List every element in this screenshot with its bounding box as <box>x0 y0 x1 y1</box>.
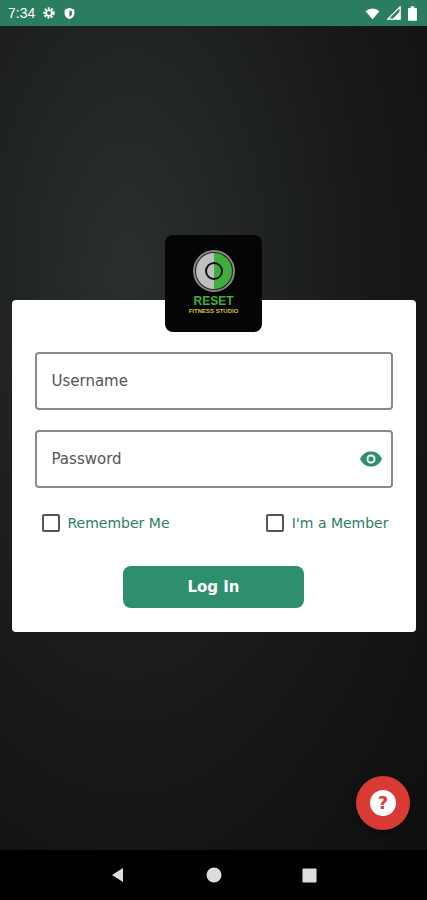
text-input[interactable] <box>37 356 391 406</box>
login-card: Remember Me I'm a Member Log In <box>12 300 416 632</box>
recents-icon[interactable] <box>302 868 317 883</box>
home-icon[interactable] <box>206 867 222 883</box>
battery-icon <box>408 6 417 21</box>
logo: RESET FITNESS STUDIO <box>165 235 262 332</box>
help-icon: ? <box>370 790 396 816</box>
signal-icon <box>387 6 401 20</box>
checkbox-row: Remember Me I'm a Member <box>35 508 393 546</box>
shield-icon <box>63 7 76 20</box>
checkbox-box[interactable] <box>42 514 60 532</box>
help-button[interactable]: ? <box>356 776 410 830</box>
text-field <box>35 352 393 410</box>
checkbox-box[interactable] <box>266 514 284 532</box>
wifi-icon <box>365 6 380 21</box>
login-button[interactable]: Log In <box>123 566 304 608</box>
password-field <box>35 430 393 488</box>
gear-icon <box>42 6 56 20</box>
checkbox[interactable]: Remember Me <box>42 514 170 532</box>
login-screen: 7:34 RESET FITNESS STUDIO Remember Me I'… <box>0 0 427 900</box>
eye-icon[interactable] <box>359 447 383 471</box>
logo-subtitle: FITNESS STUDIO <box>189 308 239 315</box>
logo-icon <box>192 249 236 293</box>
checkbox-label: Remember Me <box>68 515 170 531</box>
password-input[interactable] <box>37 434 359 484</box>
navigation-bar <box>0 850 427 900</box>
checkbox[interactable]: I'm a Member <box>266 514 389 532</box>
status-time: 7:34 <box>8 5 35 21</box>
status-bar: 7:34 <box>0 0 427 26</box>
background-photo: RESET FITNESS STUDIO Remember Me I'm a M… <box>0 26 427 850</box>
logo-title: RESET <box>193 295 233 308</box>
checkbox-label: I'm a Member <box>292 515 389 531</box>
back-icon[interactable] <box>110 867 126 883</box>
